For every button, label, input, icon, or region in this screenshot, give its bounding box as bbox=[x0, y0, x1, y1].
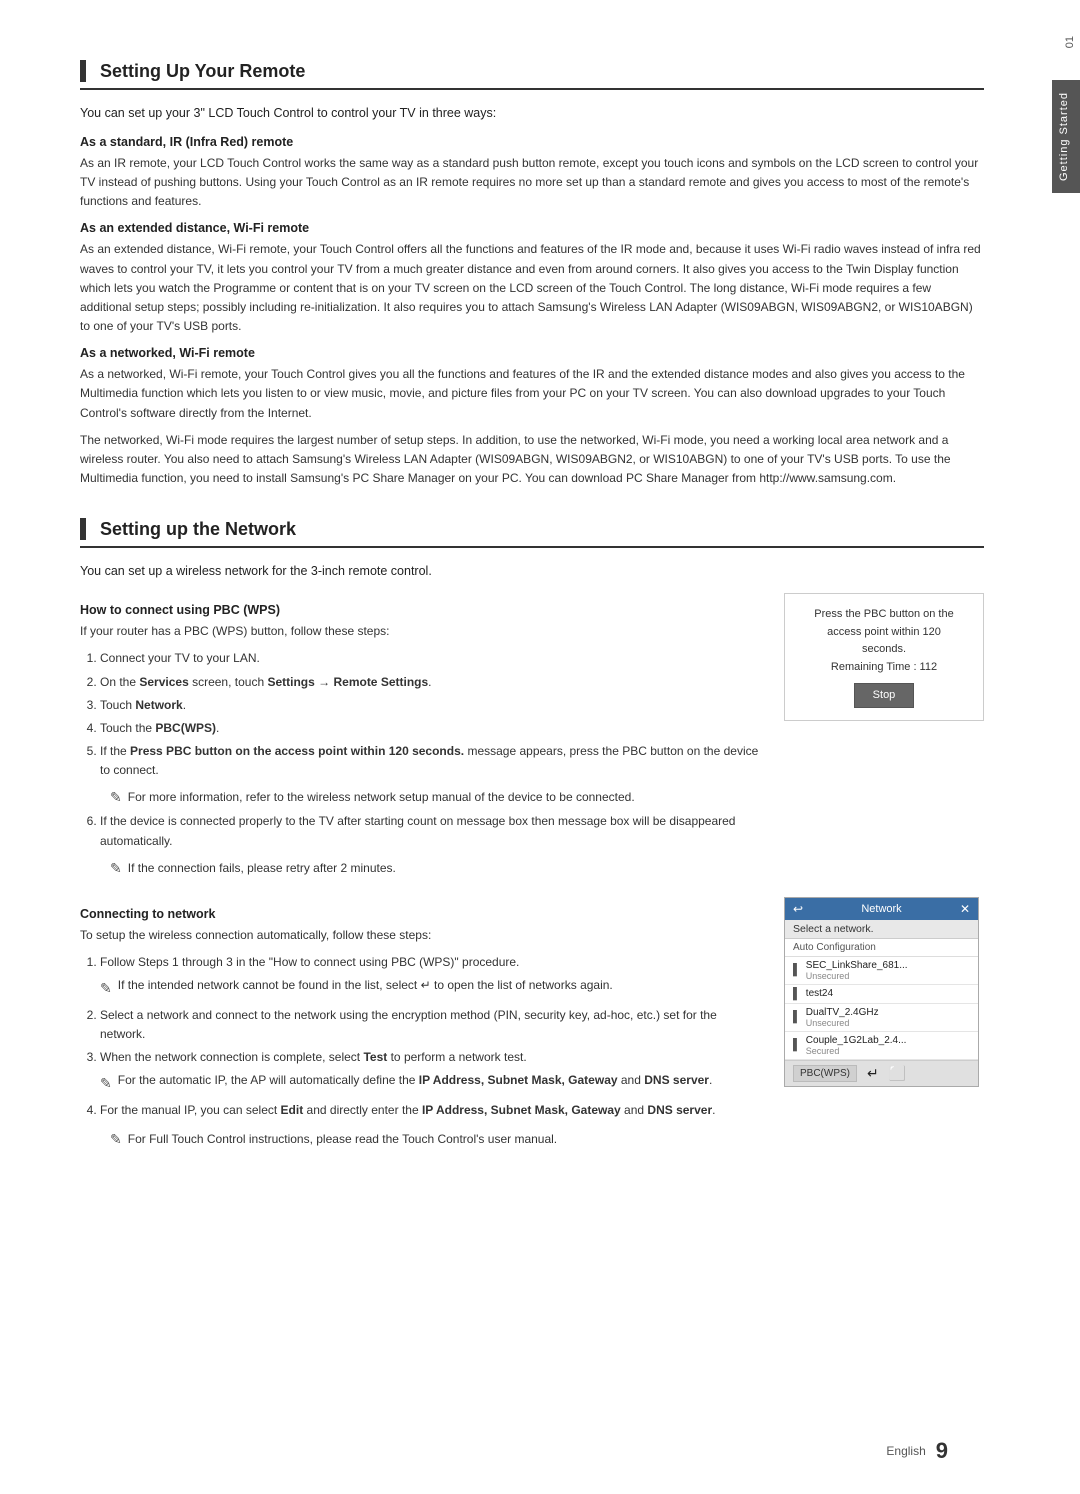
connecting-step-4: For the manual IP, you can select Edit a… bbox=[100, 1101, 764, 1120]
sub-heading-networked: As a networked, Wi-Fi remote bbox=[80, 346, 984, 360]
note-icon-4: ✎ bbox=[100, 1072, 112, 1094]
note-text-1: For more information, refer to the wirel… bbox=[128, 788, 635, 806]
network-sub-4: Secured bbox=[806, 1046, 907, 1056]
pbc-note-1: ✎ For more information, refer to the wir… bbox=[110, 788, 764, 806]
footer-note: ✎ For Full Touch Control instructions, p… bbox=[110, 1130, 764, 1148]
network-item-2[interactable]: ▌ test24 bbox=[785, 985, 978, 1004]
pbc-step-6: If the device is connected properly to t… bbox=[100, 812, 764, 850]
wifi-icon-2: ▌ bbox=[793, 988, 801, 1000]
pbc-wps-button[interactable]: PBC(WPS) bbox=[793, 1065, 857, 1082]
network-sub-1: Unsecured bbox=[806, 971, 908, 981]
pbc-step-6-list: If the device is connected properly to t… bbox=[100, 812, 764, 850]
stop-box-line3: seconds. bbox=[801, 641, 967, 659]
note-icon-1: ✎ bbox=[110, 789, 122, 806]
sub-heading-ir: As a standard, IR (Infra Red) remote bbox=[80, 135, 984, 149]
stop-box: Press the PBC button on the access point… bbox=[784, 593, 984, 721]
section2: Setting up the Network You can set up a … bbox=[80, 518, 984, 1153]
section1-title: Setting Up Your Remote bbox=[80, 60, 984, 90]
wifi-icon-1: ▌ bbox=[793, 964, 801, 976]
note-text-4: For the automatic IP, the AP will automa… bbox=[118, 1071, 713, 1089]
body-networked-1: As a networked, Wi-Fi remote, your Touch… bbox=[80, 365, 984, 423]
section1-intro: You can set up your 3" LCD Touch Control… bbox=[80, 104, 984, 123]
side-tab-label: Getting Started bbox=[1052, 80, 1080, 193]
body-ir: As an IR remote, your LCD Touch Control … bbox=[80, 154, 984, 212]
network-dialog-close-icon[interactable]: ✕ bbox=[960, 902, 970, 916]
title-bar-icon-2 bbox=[80, 518, 86, 540]
note-text-5: For Full Touch Control instructions, ple… bbox=[128, 1130, 557, 1148]
body-wifi: As an extended distance, Wi-Fi remote, y… bbox=[80, 240, 984, 336]
network-dialog: ↩ Network ✕ Select a network. Auto Confi… bbox=[784, 897, 979, 1087]
pbc-note-2: ✎ If the connection fails, please retry … bbox=[110, 859, 764, 877]
side-tab-number: 01 bbox=[1064, 36, 1076, 48]
pbc-step-1: Connect your TV to your LAN. bbox=[100, 649, 764, 668]
sub-heading-wifi: As an extended distance, Wi-Fi remote bbox=[80, 221, 984, 235]
network-dialog-title: Network bbox=[861, 903, 901, 915]
pbc-step-2: On the Services screen, touch Settings →… bbox=[100, 673, 764, 692]
page-footer: English 9 bbox=[0, 1438, 1008, 1464]
connecting-note-1: ✎ If the intended network cannot be foun… bbox=[100, 976, 764, 999]
note-text-2: If the connection fails, please retry af… bbox=[128, 859, 396, 877]
connecting-step-2: Select a network and connect to the netw… bbox=[100, 1006, 764, 1044]
section2-intro: You can set up a wireless network for th… bbox=[80, 562, 984, 581]
body-networked-2: The networked, Wi-Fi mode requires the l… bbox=[80, 431, 984, 489]
stop-box-line1: Press the PBC button on the bbox=[801, 606, 967, 624]
connecting-left: Connecting to network To setup the wirel… bbox=[80, 897, 764, 1154]
page-wrapper: Setting Up Your Remote You can set up yo… bbox=[0, 0, 1080, 1494]
pbc-right: Press the PBC button on the access point… bbox=[784, 593, 984, 731]
network-item-4[interactable]: ▌ Couple_1G2Lab_2.4... Secured bbox=[785, 1032, 978, 1060]
section2-title: Setting up the Network bbox=[80, 518, 984, 548]
connecting-intro: To setup the wireless connection automat… bbox=[80, 926, 764, 945]
pbc-section: How to connect using PBC (WPS) If your r… bbox=[80, 593, 984, 883]
note-icon-2: ✎ bbox=[110, 860, 122, 877]
connecting-heading: Connecting to network bbox=[80, 907, 764, 921]
section1: Setting Up Your Remote You can set up yo… bbox=[80, 60, 984, 488]
stop-box-line2: access point within 120 bbox=[801, 624, 967, 642]
network-item-3[interactable]: ▌ DualTV_2.4GHz Unsecured bbox=[785, 1004, 978, 1032]
connecting-step-1: Follow Steps 1 through 3 in the "How to … bbox=[100, 953, 764, 1000]
network-name-1: SEC_LinkShare_681... bbox=[806, 960, 908, 971]
stop-button[interactable]: Stop bbox=[854, 683, 915, 709]
wifi-icon-3: ▌ bbox=[793, 1011, 801, 1023]
network-name-4: Couple_1G2Lab_2.4... bbox=[806, 1035, 907, 1046]
connecting-right: ↩ Network ✕ Select a network. Auto Confi… bbox=[784, 897, 984, 1087]
wifi-icon-4: ▌ bbox=[793, 1039, 801, 1051]
network-dialog-footer: PBC(WPS) ↵ ⬜ bbox=[785, 1060, 978, 1086]
network-name-3: DualTV_2.4GHz bbox=[806, 1007, 879, 1018]
stop-box-line4: Remaining Time : 112 bbox=[801, 659, 967, 677]
note-text-3: If the intended network cannot be found … bbox=[118, 976, 613, 994]
pbc-step-4: Touch the PBC(WPS). bbox=[100, 719, 764, 738]
pbc-left: How to connect using PBC (WPS) If your r… bbox=[80, 593, 764, 883]
note-icon-3: ✎ bbox=[100, 977, 112, 999]
network-sub-3: Unsecured bbox=[806, 1018, 879, 1028]
connecting-section: Connecting to network To setup the wirel… bbox=[80, 897, 984, 1154]
connecting-step-3: When the network connection is complete,… bbox=[100, 1048, 764, 1095]
network-footer-icon-2: ⬜ bbox=[889, 1065, 906, 1082]
main-content: Setting Up Your Remote You can set up yo… bbox=[0, 0, 1044, 1494]
pbc-steps-list: Connect your TV to your LAN. On the Serv… bbox=[100, 649, 764, 780]
title-bar-icon bbox=[80, 60, 86, 82]
network-footer-icon-1: ↵ bbox=[867, 1065, 879, 1082]
network-name-2: test24 bbox=[806, 988, 833, 999]
network-dialog-header: ↩ Network ✕ bbox=[785, 898, 978, 920]
connecting-note-2: ✎ For the automatic IP, the AP will auto… bbox=[100, 1071, 764, 1094]
network-item-1[interactable]: ▌ SEC_LinkShare_681... Unsecured bbox=[785, 957, 978, 985]
side-tab: 01 Getting Started bbox=[1044, 0, 1080, 1494]
pbc-step-5: If the Press PBC button on the access po… bbox=[100, 742, 764, 780]
network-auto-config: Auto Configuration bbox=[785, 939, 978, 957]
footer-page-number: 9 bbox=[936, 1438, 948, 1464]
connecting-steps-list: Follow Steps 1 through 3 in the "How to … bbox=[100, 953, 764, 1120]
pbc-heading: How to connect using PBC (WPS) bbox=[80, 603, 764, 617]
pbc-step-3: Touch Network. bbox=[100, 696, 764, 715]
network-dialog-sublabel: Select a network. bbox=[785, 920, 978, 939]
note-icon-5: ✎ bbox=[110, 1131, 122, 1148]
footer-language: English bbox=[886, 1444, 925, 1458]
pbc-intro: If your router has a PBC (WPS) button, f… bbox=[80, 622, 764, 641]
network-dialog-back-icon: ↩ bbox=[793, 902, 803, 916]
